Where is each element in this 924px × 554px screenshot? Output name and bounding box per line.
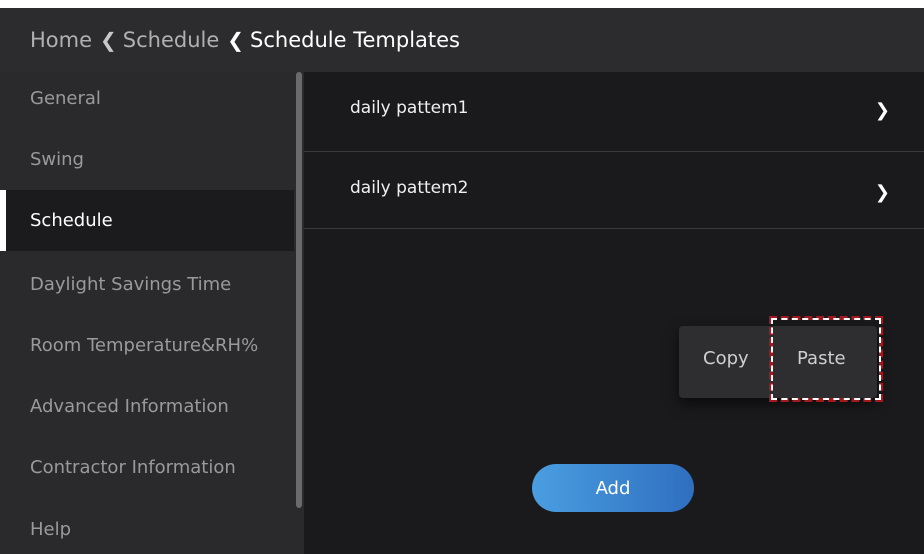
breadcrumb-home[interactable]: Home — [30, 28, 92, 52]
sidebar-item-daylight-savings-time[interactable]: Daylight Savings Time — [0, 254, 294, 315]
sidebar-item-swing[interactable]: Swing — [0, 129, 294, 190]
pattern-label: daily pattem1 — [350, 98, 469, 118]
copy-button[interactable]: Copy — [703, 348, 749, 369]
sidebar-item-label: Room Temperature&RH% — [30, 335, 259, 356]
chevron-left-icon: ❮ — [227, 28, 245, 52]
chevron-right-icon: ❯ — [874, 182, 890, 203]
page-title: Schedule Templates — [250, 28, 460, 52]
main-content: daily pattem1 ❯ daily pattem2 ❯ Copy Pas… — [304, 72, 924, 554]
sidebar-item-label: Help — [30, 519, 72, 540]
add-button[interactable]: Add — [532, 464, 694, 512]
chevron-left-icon: ❮ — [100, 28, 117, 52]
sidebar-item-general[interactable]: General — [0, 72, 294, 129]
sidebar-item-schedule[interactable]: Schedule — [0, 190, 294, 251]
sidebar-item-room-temperature[interactable]: Room Temperature&RH% — [0, 315, 294, 376]
paste-highlight-box — [769, 316, 883, 402]
sidebar-item-contractor-information[interactable]: Contractor Information — [0, 437, 294, 498]
sidebar-scrollbar[interactable] — [296, 72, 302, 508]
sidebar-item-help[interactable]: Help — [0, 499, 294, 554]
sidebar: General Swing Schedule Daylight Savings … — [0, 72, 304, 554]
sidebar-item-advanced-information[interactable]: Advanced Information — [0, 376, 294, 437]
sidebar-item-label: Advanced Information — [30, 396, 229, 417]
sidebar-item-label: General — [30, 88, 101, 109]
pattern-row-1[interactable]: daily pattem1 ❯ — [304, 72, 924, 152]
pattern-label: daily pattem2 — [350, 178, 469, 198]
sidebar-item-label: Schedule — [30, 210, 113, 231]
pattern-row-2[interactable]: daily pattem2 ❯ — [304, 148, 924, 229]
sidebar-item-label: Swing — [30, 149, 84, 170]
sidebar-item-label: Contractor Information — [30, 457, 236, 478]
breadcrumb: Home ❮ Schedule ❮ Schedule Templates — [0, 0, 924, 72]
breadcrumb-schedule[interactable]: Schedule — [123, 28, 220, 52]
sidebar-item-label: Daylight Savings Time — [30, 274, 232, 295]
chevron-right-icon: ❯ — [874, 100, 890, 121]
